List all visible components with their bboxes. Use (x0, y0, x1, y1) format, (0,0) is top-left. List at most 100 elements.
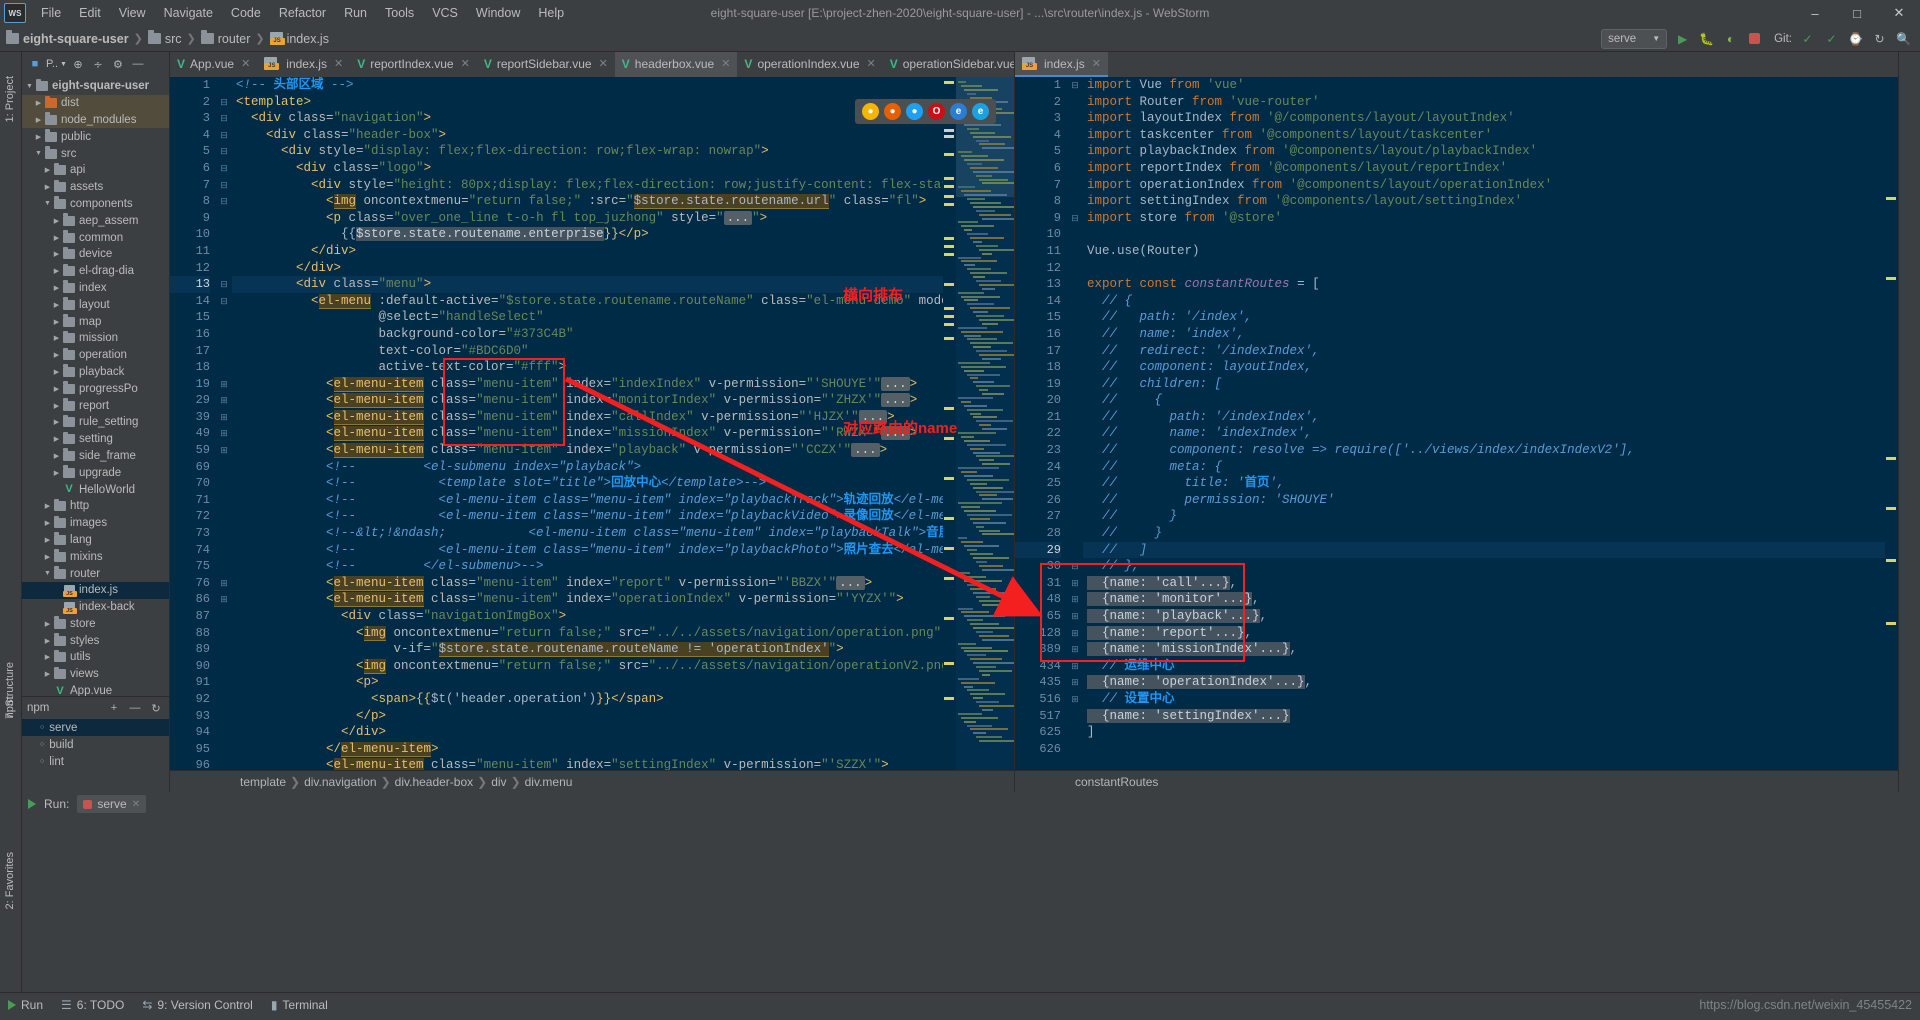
chevron-right-icon[interactable]: ▶ (51, 402, 62, 410)
npm-script-lint[interactable]: lint (22, 753, 169, 770)
fold-marker-icon[interactable]: ⊞ (1067, 641, 1083, 658)
chevron-right-icon[interactable]: ▶ (51, 385, 62, 393)
breadcrumb-item-src[interactable]: src (147, 30, 181, 46)
menu-bar[interactable]: File Edit View Navigate Code Refactor Run Tools… (32, 3, 573, 23)
code-line[interactable]: <template> (232, 94, 943, 111)
search-icon[interactable]: 🔍 (1895, 30, 1912, 47)
right-tool-strip[interactable] (1898, 52, 1920, 792)
fold-marker-icon[interactable]: ⊟ (216, 193, 232, 210)
code-line[interactable]: // ] (1083, 541, 1885, 559)
remove-script-icon[interactable]: — (126, 699, 144, 717)
code-line[interactable]: <!--&lt;!&ndash; <el-menu-item class="me… (232, 525, 943, 542)
menu-edit[interactable]: Edit (70, 3, 110, 23)
tree-node-rule-setting[interactable]: ▶ rule_setting (22, 414, 169, 431)
debug-icon[interactable]: 🐛 (1698, 30, 1715, 47)
editor-crumb-div-navigation[interactable]: div.navigation (304, 775, 377, 789)
editor-tab-index-js[interactable]: index.js ✕ (1015, 52, 1108, 77)
collapse-all-icon[interactable]: ∻ (89, 55, 107, 73)
ie-icon[interactable]: e (972, 103, 989, 120)
tree-node-router[interactable]: ▼ router (22, 565, 169, 582)
code-line[interactable]: {name: 'missionIndex'...}, (1083, 641, 1885, 658)
chevron-right-icon[interactable]: ▶ (42, 637, 53, 645)
code-line[interactable]: import reportIndex from '@components/lay… (1083, 160, 1885, 177)
left-minimap[interactable] (956, 77, 1014, 770)
refresh-icon[interactable]: ↻ (147, 699, 165, 717)
close-tab-icon[interactable]: ✕ (867, 57, 876, 70)
code-line[interactable]: <div class="logo"> (232, 160, 943, 177)
fold-marker-icon[interactable]: ⊟ (216, 160, 232, 177)
code-line[interactable]: background-color="#373C4B" (232, 326, 943, 343)
chevron-right-icon[interactable]: ▶ (51, 318, 62, 326)
code-line[interactable]: </el-menu-item> (232, 741, 943, 758)
breadcrumb-item-router[interactable]: router (200, 30, 250, 46)
code-line[interactable]: // path: '/indexIndex', (1083, 409, 1885, 426)
tree-node-setting[interactable]: ▶ setting (22, 431, 169, 448)
code-line[interactable]: <span>{{$t('header.operation')}}</span> (232, 691, 943, 708)
code-line[interactable]: <!-- <el-menu-item class="menu-item" ind… (232, 492, 943, 509)
code-line[interactable]: {name: 'settingIndex'...} (1083, 708, 1885, 725)
code-line[interactable]: <div style="height: 80px;display: flex;f… (232, 177, 943, 194)
code-line[interactable]: <el-menu-item class="menu-item" index="i… (232, 376, 943, 393)
menu-view[interactable]: View (110, 3, 155, 23)
tree-node-components[interactable]: ▼ components (22, 196, 169, 213)
sync-icon[interactable]: ↻ (1871, 30, 1888, 47)
minimize-button[interactable]: – (1794, 0, 1836, 26)
code-line[interactable]: import taskcenter from '@components/layo… (1083, 127, 1885, 144)
tree-node-aep-assem[interactable]: ▶ aep_assem (22, 212, 169, 229)
chevron-right-icon[interactable]: ▶ (51, 418, 62, 426)
opera-icon[interactable]: O (928, 103, 945, 120)
tree-node-report[interactable]: ▶ report (22, 397, 169, 414)
code-line[interactable]: {name: 'call'...}, (1083, 575, 1885, 592)
code-line[interactable]: // } (1083, 525, 1885, 542)
chevron-right-icon[interactable]: ▶ (51, 250, 62, 258)
code-line[interactable]: <el-menu-item class="menu-item" index="m… (232, 425, 943, 442)
code-line[interactable]: <el-menu-item class="menu-item" index="p… (232, 442, 943, 459)
code-line[interactable]: import layoutIndex from '@/components/la… (1083, 110, 1885, 127)
chevron-right-icon[interactable]: ▶ (51, 368, 62, 376)
fold-marker-icon[interactable]: ⊞ (1067, 658, 1083, 675)
code-line[interactable]: <div class="menu"> (232, 276, 943, 293)
code-line[interactable]: import store from '@store' (1083, 210, 1885, 227)
close-tab-icon[interactable]: ✕ (334, 57, 343, 70)
editor-crumb-div[interactable]: div (491, 775, 506, 789)
check-icon[interactable]: ✓ (1799, 30, 1816, 47)
fold-marker-icon[interactable]: ⊟ (216, 177, 232, 194)
status-version-control-button[interactable]: ⇆ 9: Version Control (142, 998, 252, 1012)
tree-node-utils[interactable]: ▶ utils (22, 649, 169, 666)
chevron-right-icon[interactable]: ▶ (42, 166, 53, 174)
run-icon[interactable]: ▶ (1674, 30, 1691, 47)
menu-navigate[interactable]: Navigate (155, 3, 222, 23)
code-line[interactable]: <img oncontextmenu="return false;" src="… (232, 658, 943, 675)
code-line[interactable]: // { (1083, 293, 1885, 310)
add-script-icon[interactable]: + (105, 699, 123, 717)
code-line[interactable]: <div style="display: flex;flex-direction… (232, 143, 943, 160)
editor-tab-operationsidebar-vue[interactable]: VoperationSidebar.vue✕ (883, 52, 1014, 77)
history-icon[interactable]: ⌚ (1847, 30, 1864, 47)
project-tree[interactable]: ▼ eight-square-user ▶ dist ▶ node_modules ▶ pub… (22, 76, 169, 696)
code-line[interactable]: // permission: 'SHOUYE' (1083, 492, 1885, 509)
code-line[interactable]: // title: '首页', (1083, 475, 1885, 492)
chevron-right-icon[interactable]: ▶ (42, 536, 53, 544)
editor-tab-headerbox-vue[interactable]: Vheaderbox.vue ✕ (614, 52, 738, 77)
chevron-right-icon[interactable]: ▶ (42, 670, 53, 678)
code-line[interactable]: <el-menu :default-active="$store.state.r… (232, 293, 943, 310)
status-todo-button[interactable]: ☰ 6: TODO (61, 998, 124, 1012)
chevron-down-icon[interactable]: ▼ (42, 200, 53, 207)
project-panel-header[interactable]: ■ P.. ▼ ⊕ ∻ ⚙ — (22, 52, 169, 76)
code-line[interactable]: {name: 'playback'...}, (1083, 608, 1885, 625)
code-line[interactable]: // 设置中心 (1083, 691, 1885, 708)
code-line[interactable]: // component: resolve => require(['../vi… (1083, 442, 1885, 459)
window-controls[interactable]: – □ ✕ (1794, 0, 1920, 26)
tree-node-public[interactable]: ▶ public (22, 128, 169, 145)
fold-marker-icon[interactable]: ⊟ (1067, 77, 1083, 94)
tree-node-playback[interactable]: ▶ playback (22, 364, 169, 381)
navigation-bar[interactable]: eight-square-user ❯ src ❯ router ❯ index.js se… (0, 26, 1920, 52)
left-tool-strip[interactable]: 1: Project 7: Structure (0, 52, 22, 792)
tree-node-images[interactable]: ▶ images (22, 515, 169, 532)
fold-marker-icon[interactable]: ⊞ (216, 376, 232, 393)
chevron-right-icon[interactable]: ▶ (51, 301, 62, 309)
code-line[interactable]: Vue.use(Router) (1083, 243, 1885, 260)
chevron-right-icon[interactable]: ▶ (51, 351, 62, 359)
code-line[interactable]: @select="handleSelect" (232, 309, 943, 326)
project-view-icon[interactable]: ■ (26, 55, 44, 73)
